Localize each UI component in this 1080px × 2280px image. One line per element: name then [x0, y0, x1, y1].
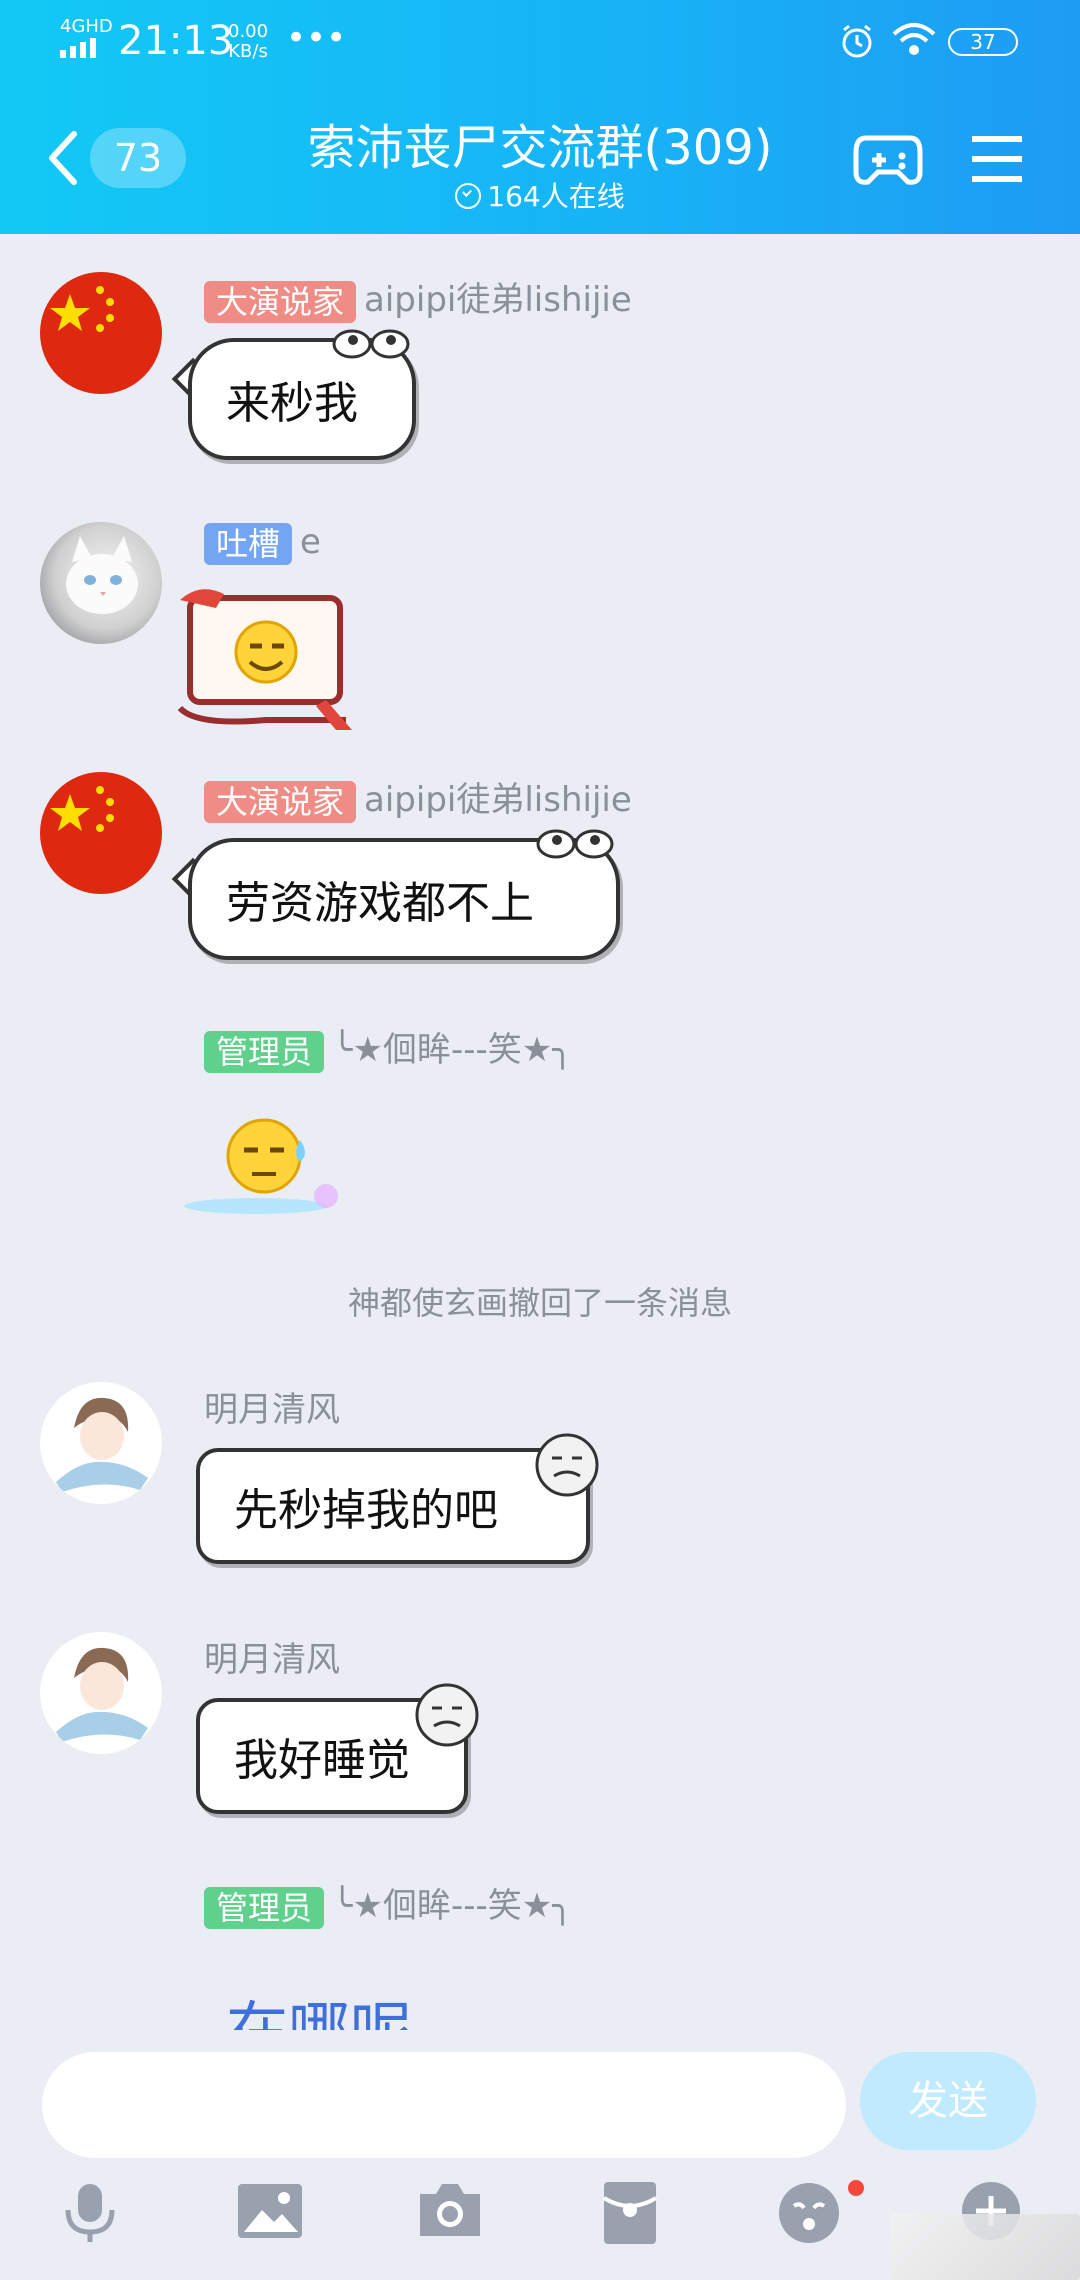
title-tag: 大演说家 [204, 780, 357, 823]
image-icon[interactable] [236, 2180, 304, 2242]
clock: 21:13 [118, 18, 234, 64]
back-arrow-icon[interactable] [44, 128, 84, 188]
signal-icon [60, 38, 100, 58]
battery-indicator: 37 [948, 28, 1018, 56]
sender-line: 管理员 ╰★佪眸---笑★╮ [204, 1878, 573, 1929]
message-text: 我好睡觉 [234, 1735, 410, 1786]
anime-boy-avatar-icon [56, 1647, 148, 1742]
network-type: 4GHD [60, 16, 113, 37]
sled-emoji-sticker-icon[interactable] [176, 580, 360, 732]
watermark-logo [890, 2214, 1080, 2280]
microphone-icon[interactable] [60, 2180, 120, 2246]
wifi-icon [892, 23, 936, 55]
online-count: 164人在线 [240, 175, 840, 215]
send-button[interactable]: 发送 [860, 2052, 1036, 2150]
message-item: 大演说家 aipipi徒弟lishijie 来秒我 [0, 270, 1080, 480]
sender-name[interactable]: 明月清风 [204, 1390, 340, 1430]
sweating-emoji-sticker-icon[interactable] [176, 1110, 366, 1220]
sender-name[interactable]: e [300, 522, 321, 562]
avatar[interactable] [40, 272, 162, 394]
message-item: 管理员 ╰★佪眸---笑★╮ [0, 1020, 1080, 1220]
avatar[interactable] [40, 1382, 162, 1504]
red-packet-icon[interactable] [600, 2180, 660, 2246]
china-flag-avatar-icon [50, 786, 114, 832]
status-bar: 4GHD 21:13 0.00 KB/s ••• 37 [0, 0, 1080, 80]
avatar[interactable] [40, 1632, 162, 1754]
message-item: 明月清风 先秒掉我的吧 [0, 1380, 1080, 1590]
sender-line: 吐槽 e [204, 522, 321, 565]
meme-face-decoration-icon [415, 1683, 479, 1747]
message-item: 大演说家 aipipi徒弟lishijie 劳资游戏都不上 [0, 770, 1080, 980]
sweat-eyes-decoration-icon [332, 329, 410, 359]
title-tag: 吐槽 [204, 522, 293, 565]
sender-line: 大演说家 aipipi徒弟lishijie [204, 272, 632, 323]
china-flag-avatar-icon [50, 286, 114, 332]
avatar[interactable] [40, 522, 162, 644]
alarm-icon [842, 24, 872, 58]
message-input[interactable] [42, 2052, 846, 2158]
sender-name[interactable]: 明月清风 [204, 1640, 340, 1680]
message-text: 来秒我 [226, 378, 358, 429]
white-cat-avatar-icon [66, 536, 138, 614]
avatar[interactable] [40, 772, 162, 894]
more-notifications-icon: ••• [286, 18, 347, 58]
meme-face-decoration-icon [535, 1433, 599, 1497]
admin-tag: 管理员 [204, 1886, 325, 1929]
gamepad-icon[interactable] [852, 130, 924, 188]
online-check-icon [455, 183, 482, 209]
sweat-eyes-decoration-icon [536, 829, 614, 859]
message-item: 明月清风 我好睡觉 [0, 1630, 1080, 1840]
message-bubble[interactable]: 先秒掉我的吧 [196, 1448, 590, 1564]
message-text: 先秒掉我的吧 [234, 1485, 498, 1536]
sender-line: 大演说家 aipipi徒弟lishijie [204, 772, 632, 823]
sender-line: 明月清风 [204, 1382, 340, 1431]
admin-tag: 管理员 [204, 1030, 325, 1073]
title-tag: 大演说家 [204, 280, 357, 323]
sender-name[interactable]: aipipi徒弟lishijie [364, 780, 632, 820]
message-text: 劳资游戏都不上 [226, 878, 534, 929]
message-item: 管理员╰★佪眸---笑★╮ 在哪呢 [0, 1876, 1080, 2030]
sender-line: 明月清风 [204, 1632, 340, 1681]
anime-boy-avatar-icon [56, 1397, 148, 1492]
camera-icon[interactable] [416, 2180, 484, 2240]
top-bar: 4GHD 21:13 0.00 KB/s ••• 37 73 索沛丧尸交流群(3… [0, 0, 1080, 234]
message-item: 吐槽 e [0, 520, 1080, 740]
emoji-icon[interactable] [776, 2180, 842, 2246]
sender-line: 管理员 ╰★佪眸---笑★╮ [204, 1022, 573, 1073]
menu-icon[interactable] [970, 134, 1024, 184]
network-speed: 0.00 KB/s [228, 21, 269, 62]
recall-notice: 神都使玄画撤回了一条消息 [347, 1284, 732, 1322]
unread-count-badge[interactable]: 73 [90, 128, 186, 188]
notification-dot [848, 2180, 864, 2196]
sender-name[interactable]: aipipi徒弟lishijie [364, 280, 632, 320]
sender-name[interactable]: ╰★佪眸---笑★╮ [332, 1886, 573, 1926]
message-text[interactable]: 在哪呢 [226, 1980, 412, 2030]
sender-name[interactable]: ╰★佪眸---笑★╮ [332, 1030, 573, 1070]
group-title[interactable]: 索沛丧尸交流群(309) [240, 108, 840, 178]
